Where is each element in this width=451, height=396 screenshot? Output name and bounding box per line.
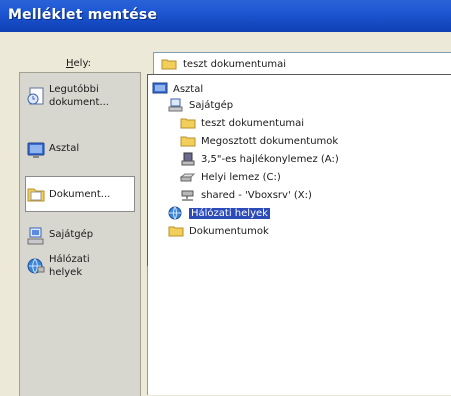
folder-icon — [168, 224, 184, 238]
place-documents[interactable]: Dokument... — [25, 176, 135, 212]
dropdown-item-network-places[interactable]: Hálózati helyek — [168, 205, 271, 221]
dropdown-item-my-computer[interactable]: Sajátgép — [168, 97, 233, 113]
documents-folder-icon — [26, 184, 46, 204]
dropdown-item-local-disk[interactable]: Helyi lemez (C:) — [180, 169, 281, 185]
location-combobox[interactable]: teszt dokumentumai — [153, 52, 451, 76]
location-label: Hely: — [66, 58, 92, 69]
folder-icon — [161, 58, 177, 70]
my-computer-icon — [168, 98, 184, 112]
place-desktop[interactable]: Asztal — [26, 137, 134, 160]
place-my-computer[interactable]: Sajátgép — [26, 223, 134, 246]
network-places-icon — [168, 206, 184, 220]
floppy-drive-icon — [180, 152, 196, 166]
dropdown-item-dokumentumok[interactable]: Dokumentumok — [168, 223, 269, 239]
dialog-title: Melléklet mentése — [8, 7, 158, 23]
file-list-pane[interactable] — [147, 266, 451, 395]
places-bar: Legutóbbi dokument... Asztal Dokument...… — [19, 72, 141, 396]
folder-icon — [180, 116, 196, 130]
network-drive-icon — [180, 188, 196, 202]
location-combobox-value: teszt dokumentumai — [183, 58, 287, 70]
network-places-icon — [26, 256, 46, 276]
dropdown-item-teszt-dokumentumai[interactable]: teszt dokumentumai — [180, 115, 304, 131]
location-dropdown-list[interactable]: Asztal Sajátgép teszt dokumentumai Megos… — [147, 74, 451, 268]
recent-documents-icon — [26, 86, 46, 106]
title-bar[interactable]: Melléklet mentése — [0, 0, 451, 32]
dropdown-item-desktop[interactable]: Asztal — [152, 81, 203, 97]
desktop-icon — [26, 140, 46, 160]
place-network-places[interactable]: Hálózati helyek — [26, 253, 134, 279]
dropdown-item-megosztott-dokumentumok[interactable]: Megosztott dokumentumok — [180, 133, 338, 149]
dropdown-item-network-drive[interactable]: shared - 'Vboxsrv' (X:) — [180, 187, 312, 203]
dropdown-item-floppy[interactable]: 3,5"-es hajlékonylemez (A:) — [180, 151, 339, 167]
hard-disk-icon — [180, 170, 196, 184]
desktop-icon — [152, 82, 168, 96]
folder-icon — [180, 134, 196, 148]
my-computer-icon — [26, 226, 46, 246]
place-recent-documents[interactable]: Legutóbbi dokument... — [26, 83, 134, 109]
